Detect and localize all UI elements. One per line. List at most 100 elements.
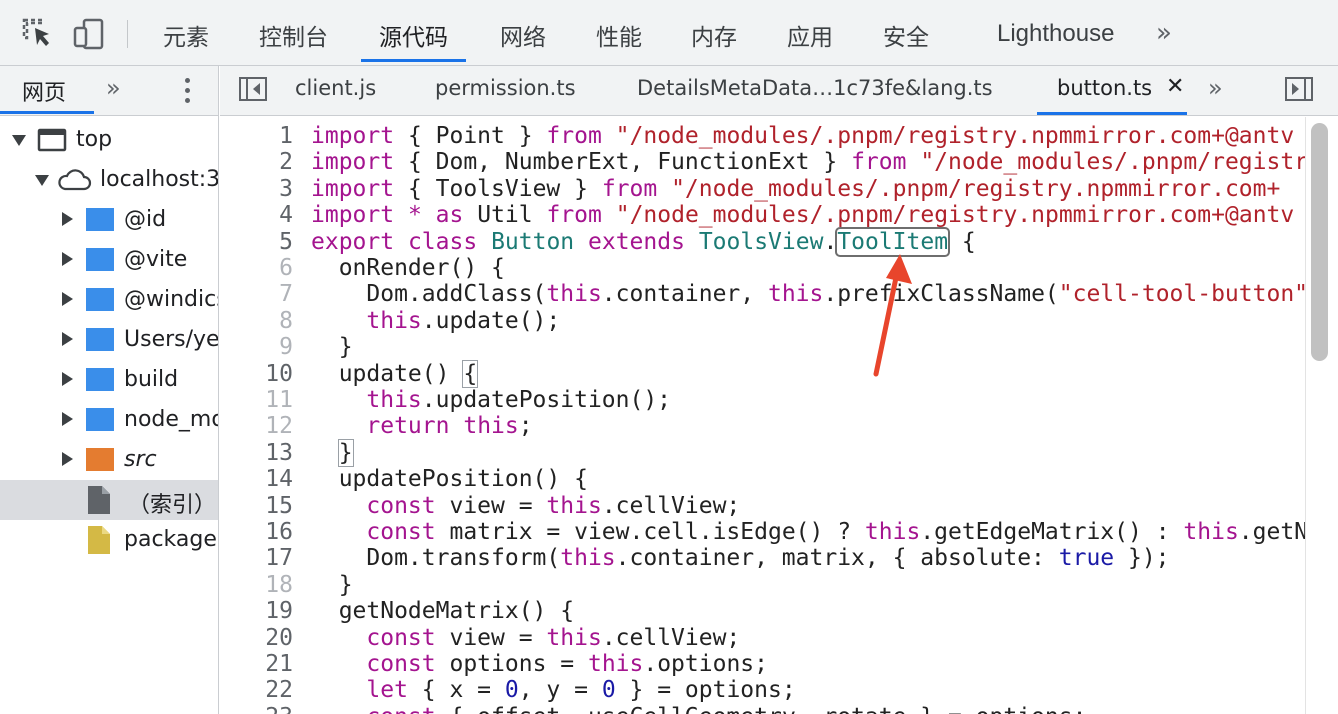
line-number[interactable]: 21 <box>233 651 293 677</box>
code-line[interactable]: 15 const view = this.cellView; <box>220 493 1305 519</box>
line-number[interactable]: 6 <box>233 255 293 281</box>
code-token: let <box>366 677 408 704</box>
expand-arrow-icon[interactable] <box>12 135 26 146</box>
folder-icon <box>86 408 114 431</box>
tree-item-folder[interactable]: src <box>0 440 218 480</box>
code-line[interactable]: 3 import { ToolsView } from "/node_module… <box>220 176 1305 202</box>
tree-item-folder[interactable]: Users/ye <box>0 320 218 360</box>
tab-elements[interactable]: 元素 <box>163 18 209 66</box>
line-number[interactable]: 9 <box>233 334 293 360</box>
line-number[interactable]: 3 <box>233 176 293 202</box>
tree-item-folder[interactable]: node_modules <box>0 400 218 440</box>
navigator-more-icon[interactable]: » <box>106 74 121 102</box>
collapse-arrow-icon[interactable] <box>62 212 73 226</box>
tree-item-folder[interactable]: build <box>0 360 218 400</box>
code-token: } <box>311 334 353 361</box>
line-number[interactable]: 16 <box>233 519 293 545</box>
code-line[interactable]: 21 const options = this.options; <box>220 651 1305 677</box>
code-line[interactable]: 2 import { Dom, NumberExt, FunctionExt } … <box>220 149 1305 175</box>
close-tab-icon[interactable]: ✕ <box>1166 74 1184 99</box>
code-line[interactable]: 4 import * as Util from "/node_modules/.p… <box>220 202 1305 228</box>
line-number[interactable]: 11 <box>233 387 293 413</box>
code-line[interactable]: 17 Dom.transform(this.container, matrix,… <box>220 545 1305 571</box>
tab-sources[interactable]: 源代码 <box>361 18 466 66</box>
more-tabs-icon[interactable]: » <box>1156 18 1172 48</box>
tab-application[interactable]: 应用 <box>787 18 833 66</box>
line-number[interactable]: 20 <box>233 625 293 651</box>
line-number[interactable]: 2 <box>233 149 293 175</box>
line-number[interactable]: 7 <box>233 281 293 307</box>
code-line[interactable]: 23 const { offset, useCellGeometry, rota… <box>220 704 1305 714</box>
code-line[interactable]: 5 export class Button extends ToolsView.T… <box>220 226 1305 257</box>
line-number[interactable]: 12 <box>233 413 293 439</box>
line-number[interactable]: 8 <box>233 308 293 334</box>
tab-console[interactable]: 控制台 <box>259 18 328 66</box>
tab-network[interactable]: 网络 <box>500 18 546 66</box>
tab-security[interactable]: 安全 <box>883 18 929 66</box>
line-number[interactable]: 10 <box>233 361 293 387</box>
code-line[interactable]: 12 return this; <box>220 413 1305 439</box>
line-number[interactable]: 5 <box>233 229 293 255</box>
collapse-arrow-icon[interactable] <box>62 252 73 266</box>
code-line[interactable]: 18 } <box>220 572 1305 598</box>
code-line[interactable]: 9 } <box>220 334 1305 360</box>
line-number[interactable]: 14 <box>233 466 293 492</box>
editor-tab-button-ts[interactable]: button.ts <box>1057 76 1152 100</box>
tree-item-file[interactable]: package <box>0 520 218 560</box>
editor-tab-details-metadata[interactable]: DetailsMetaData…1c73fe&lang.ts <box>637 76 993 100</box>
code-line[interactable]: 19 getNodeMatrix() { <box>220 598 1305 624</box>
tree-item-file-selected[interactable]: （索引） <box>0 480 218 520</box>
code-line[interactable]: 22 let { x = 0, y = 0 } = options; <box>220 677 1305 703</box>
code-line[interactable]: 20 const view = this.cellView; <box>220 625 1305 651</box>
tab-lighthouse[interactable]: Lighthouse <box>997 20 1114 68</box>
device-toggle-icon[interactable] <box>70 14 110 54</box>
file-icon <box>88 526 110 554</box>
tree-item-localhost[interactable]: localhost:3 <box>0 160 218 200</box>
tree-item-folder[interactable]: @windicss <box>0 280 218 320</box>
line-number[interactable]: 23 <box>233 704 293 714</box>
collapse-arrow-icon[interactable] <box>62 452 73 466</box>
line-number[interactable]: 22 <box>233 677 293 703</box>
code-line[interactable]: 7 Dom.addClass(this.container, this.pref… <box>220 281 1305 307</box>
vertical-scrollbar[interactable] <box>1305 117 1338 714</box>
line-number[interactable]: 13 <box>233 440 293 466</box>
tree-item-label: @windicss <box>124 287 218 312</box>
editor-tab-client-js[interactable]: client.js <box>295 76 376 100</box>
line-number[interactable]: 15 <box>233 493 293 519</box>
code-line[interactable]: 8 this.update(); <box>220 308 1305 334</box>
expand-arrow-icon[interactable] <box>35 175 49 186</box>
line-number[interactable]: 1 <box>233 123 293 149</box>
collapse-arrow-icon[interactable] <box>62 292 73 306</box>
code-token: "cell-tool-button" <box>1058 281 1305 308</box>
code-line[interactable]: 10 update() { <box>220 359 1305 388</box>
code-line[interactable]: 13 } <box>220 438 1305 467</box>
collapse-arrow-icon[interactable] <box>62 412 73 426</box>
collapse-arrow-icon[interactable] <box>62 332 73 346</box>
code-line[interactable]: 14 updatePosition() { <box>220 466 1305 492</box>
toggle-navigator-icon[interactable] <box>238 76 268 102</box>
tree-item-top[interactable]: top <box>0 120 218 160</box>
code-line[interactable]: 6 onRender() { <box>220 255 1305 281</box>
editor-tab-permission-ts[interactable]: permission.ts <box>435 76 576 100</box>
code-line[interactable]: 11 this.updatePosition(); <box>220 387 1305 413</box>
collapse-arrow-icon[interactable] <box>62 372 73 386</box>
tab-memory[interactable]: 内存 <box>691 18 737 66</box>
code-line[interactable]: 1 import { Point } from "/node_modules/.p… <box>220 123 1305 149</box>
code-line[interactable]: 16 const matrix = view.cell.isEdge() ? t… <box>220 519 1305 545</box>
line-number[interactable]: 4 <box>233 202 293 228</box>
kebab-menu-icon[interactable] <box>183 76 191 106</box>
line-number[interactable]: 19 <box>233 598 293 624</box>
tab-performance[interactable]: 性能 <box>596 18 642 66</box>
toggle-debugger-icon[interactable] <box>1284 76 1314 102</box>
tree-item-label: build <box>124 367 179 392</box>
more-editor-tabs-icon[interactable]: » <box>1208 74 1223 102</box>
code-editor[interactable]: 1 import { Point } from "/node_modules/.p… <box>220 117 1305 714</box>
tree-item-folder[interactable]: @id <box>0 200 218 240</box>
line-number[interactable]: 18 <box>233 572 293 598</box>
line-number[interactable]: 17 <box>233 545 293 571</box>
scrollbar-thumb[interactable] <box>1311 123 1328 361</box>
tree-item-folder[interactable]: @vite <box>0 240 218 280</box>
inspect-element-icon[interactable] <box>18 14 58 54</box>
tab-page[interactable]: 网页 <box>22 75 66 107</box>
